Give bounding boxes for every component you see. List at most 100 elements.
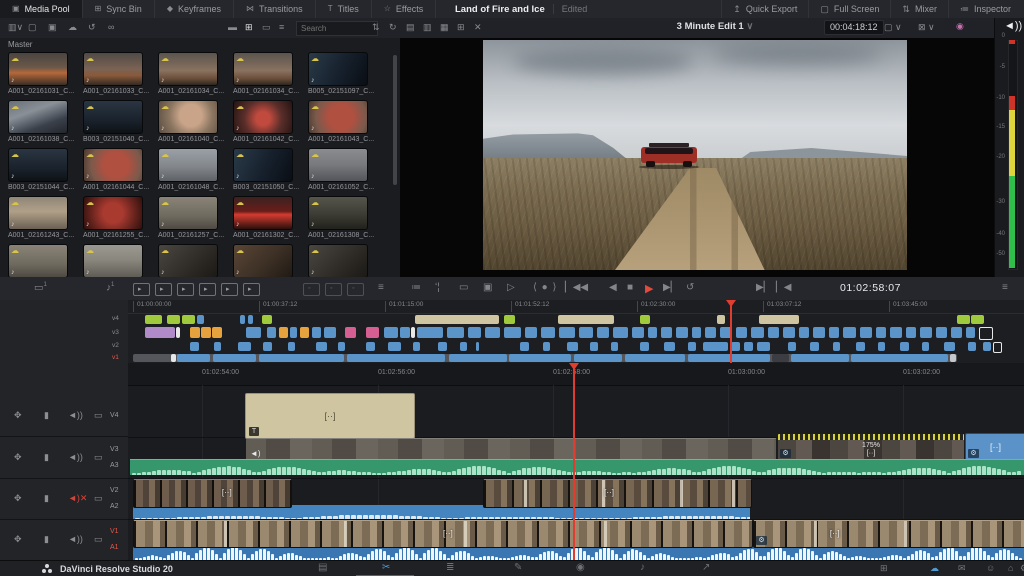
overview-clip[interactable] bbox=[640, 342, 649, 351]
next-edit-icon[interactable]: ▶▏ bbox=[756, 282, 771, 293]
media-clip[interactable]: ☁♪A001_02161302_C... bbox=[233, 196, 305, 239]
timeline-overview[interactable]: 01:00:00:0001:00:37:1201:01:15:0001:01:5… bbox=[128, 300, 1024, 364]
step-back-button[interactable]: ◀ bbox=[609, 282, 617, 293]
overview-clip[interactable] bbox=[541, 327, 555, 338]
speaker-icon[interactable]: ◄)) bbox=[1004, 20, 1022, 32]
overview-clip[interactable] bbox=[543, 342, 550, 351]
overview-clip[interactable] bbox=[744, 342, 753, 351]
breadcrumb[interactable]: Master bbox=[8, 40, 32, 49]
overview-clip[interactable] bbox=[597, 327, 609, 338]
overview-clip[interactable] bbox=[171, 354, 176, 362]
camera-lock-icon[interactable]: ⊠ ∨ bbox=[918, 23, 935, 32]
project-manager-icon[interactable]: ⊞ bbox=[880, 563, 888, 574]
music-clip-a3[interactable] bbox=[130, 459, 1024, 475]
overview-clip[interactable] bbox=[177, 354, 210, 362]
video-clip-v3-blue[interactable]: [··] ⚙ bbox=[965, 433, 1024, 461]
media-clip[interactable]: ☁♪A001_02161042_C... bbox=[233, 100, 305, 143]
media-clip[interactable]: ☁♪ bbox=[308, 244, 380, 277]
overview-clip[interactable] bbox=[345, 327, 356, 338]
timeline-options-icon[interactable]: ≡ bbox=[378, 282, 384, 293]
stills-1-icon[interactable]: ▤ bbox=[406, 23, 415, 32]
overview-clip[interactable] bbox=[705, 327, 716, 338]
bin-menu-icon[interactable]: ▥∨ bbox=[8, 23, 23, 32]
tab-sync-bin[interactable]: ⊞Sync Bin bbox=[83, 0, 155, 18]
audio-clip-a1[interactable] bbox=[133, 546, 1024, 560]
search-input[interactable] bbox=[296, 21, 378, 36]
overview-clip[interactable] bbox=[993, 342, 1002, 353]
tab-transitions[interactable]: ⋈Transitions bbox=[234, 0, 316, 18]
overview-clip[interactable] bbox=[920, 327, 932, 338]
media-clip[interactable]: ☁♪A001_02161033_C... bbox=[83, 52, 155, 95]
close-up-button[interactable]: ▸ bbox=[199, 283, 216, 296]
ripple-overwrite-button[interactable]: ▸ bbox=[177, 283, 194, 296]
stills-2-icon[interactable]: ▥ bbox=[423, 23, 432, 32]
overview-clip[interactable] bbox=[676, 327, 688, 338]
overview-ruler[interactable]: 01:00:00:0001:00:37:1201:01:15:0001:01:5… bbox=[128, 300, 1024, 314]
overview-clip[interactable] bbox=[259, 354, 344, 362]
overview-clip[interactable] bbox=[717, 315, 725, 324]
overview-clip[interactable] bbox=[201, 327, 211, 338]
filmstrip-view-icon[interactable]: ▬ bbox=[228, 23, 237, 32]
move-track-icon[interactable]: ✥ bbox=[14, 493, 22, 504]
track-mute-icon[interactable]: ◄)) bbox=[68, 452, 83, 462]
overview-clip[interactable] bbox=[951, 327, 962, 338]
move-track-icon[interactable]: ✥ bbox=[14, 452, 22, 463]
video-fx-icon[interactable]: ≔ bbox=[411, 282, 421, 293]
overview-clip[interactable] bbox=[810, 342, 819, 351]
settings-icon[interactable]: ⚙ bbox=[1020, 563, 1024, 574]
track-header-v4[interactable]: ✥▮◄))▭V4 bbox=[0, 395, 128, 437]
overview-clip[interactable] bbox=[438, 342, 447, 351]
track-enable-icon[interactable]: ▭ bbox=[94, 493, 103, 504]
overview-clip[interactable] bbox=[312, 327, 321, 338]
gear-icon[interactable]: ⚙ bbox=[756, 536, 767, 545]
overview-clip[interactable] bbox=[833, 342, 840, 351]
gear-icon[interactable]: ⚙ bbox=[968, 449, 979, 458]
thumbnail-view-icon[interactable]: ⊞ bbox=[245, 23, 253, 32]
video-clip-v2[interactable]: [··] ⚙ bbox=[133, 479, 292, 508]
overview-clip[interactable] bbox=[648, 327, 657, 338]
track-header-v3[interactable]: ✥▮◄))▭V3A3 bbox=[0, 437, 128, 479]
media-clip[interactable]: ☁♪A001_02161255_C... bbox=[83, 196, 155, 239]
overview-clip[interactable] bbox=[757, 342, 770, 351]
cloud-import-icon[interactable]: ☁ bbox=[68, 23, 77, 32]
overview-clip[interactable] bbox=[248, 315, 253, 324]
media-clip[interactable]: ☁♪A001_02161043_C... bbox=[308, 100, 380, 143]
overview-clip[interactable] bbox=[447, 327, 464, 338]
media-clip[interactable]: ☁♪A001_02161257_C... bbox=[158, 196, 230, 239]
place-on-top-button[interactable]: ▸ bbox=[221, 283, 238, 296]
overview-clip[interactable] bbox=[664, 342, 675, 351]
media-clip[interactable]: ☁♪A001_02161308_C... bbox=[308, 196, 380, 239]
overview-clip[interactable] bbox=[411, 327, 415, 338]
tab-effects[interactable]: ☆Effects bbox=[372, 0, 437, 18]
overview-clip[interactable] bbox=[476, 342, 479, 351]
overview-clip[interactable] bbox=[640, 315, 650, 324]
track-mute-icon[interactable]: ◄)) bbox=[68, 534, 83, 544]
page-fusion[interactable]: ✎ bbox=[514, 562, 522, 573]
page-color[interactable]: ◉ bbox=[576, 562, 585, 573]
overview-clip[interactable] bbox=[504, 327, 521, 338]
source-overwrite-button[interactable]: ▸ bbox=[243, 283, 260, 296]
track-enable-icon[interactable]: ▭ bbox=[94, 534, 103, 545]
media-clip[interactable]: ☁♪A001_02161034_C... bbox=[233, 52, 305, 95]
overview-clip[interactable] bbox=[485, 327, 500, 338]
color-palette-icon[interactable]: ◉ bbox=[956, 22, 964, 31]
media-clip[interactable]: ☁♪B003_02151050_C... bbox=[233, 148, 305, 191]
overview-clip[interactable] bbox=[590, 342, 598, 351]
lock-track-icon[interactable]: ▮ bbox=[44, 452, 49, 463]
relink-icon[interactable]: ∞ bbox=[108, 23, 114, 32]
timeline-selector[interactable]: 3 Minute Edit 1 ∨ bbox=[640, 21, 790, 32]
media-clip[interactable]: ☁♪A001_02161048_C... bbox=[158, 148, 230, 191]
overview-clip[interactable] bbox=[971, 315, 984, 324]
retimed-clip-v3[interactable]: 175% [··] ⚙ bbox=[777, 433, 965, 461]
overview-clip[interactable] bbox=[290, 327, 297, 338]
dissolve-button[interactable]: ◦ bbox=[347, 283, 364, 296]
page-deliver[interactable]: ↗ bbox=[702, 562, 710, 573]
overview-clip[interactable] bbox=[400, 327, 410, 338]
video-clip-v2[interactable]: [··] bbox=[483, 479, 752, 508]
go-to-start-button[interactable]: ▏◀◀ bbox=[565, 282, 588, 293]
video-clip-v1[interactable]: [··] ⚙ bbox=[753, 520, 1024, 548]
media-pool-scrollbar[interactable] bbox=[393, 55, 397, 185]
overview-clip[interactable] bbox=[783, 327, 795, 338]
overview-clip[interactable] bbox=[279, 327, 288, 338]
overview-clip[interactable] bbox=[388, 342, 401, 351]
